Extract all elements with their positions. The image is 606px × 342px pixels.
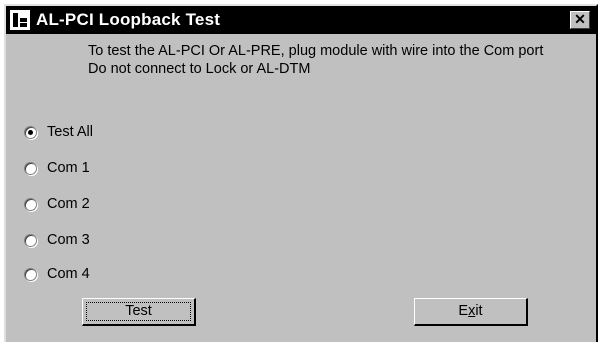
radio-button-icon[interactable] [24, 125, 37, 139]
exit-button[interactable]: Exit [414, 298, 528, 326]
focus-rect [86, 302, 191, 321]
radio-label: Com 1 [47, 160, 90, 176]
radio-label: Test All [47, 124, 93, 140]
exit-button-label: Exit [458, 303, 483, 319]
close-icon: ✕ [574, 11, 586, 27]
radio-button-icon[interactable] [24, 161, 37, 175]
radio-com-4[interactable]: Com 4 [24, 264, 90, 284]
radio-com-1[interactable]: Com 1 [24, 158, 90, 178]
radio-label: Com 4 [47, 266, 90, 282]
radio-label: Com 2 [47, 196, 90, 212]
radio-button-icon[interactable] [24, 233, 37, 247]
radio-selected-dot [28, 129, 33, 135]
radio-test-all[interactable]: Test All [24, 122, 93, 142]
instructions-text: To test the AL-PCI Or AL-PRE, plug modul… [88, 43, 544, 77]
test-button[interactable]: Test [82, 298, 196, 326]
close-button[interactable]: ✕ [570, 11, 590, 29]
app-icon [10, 10, 30, 30]
radio-button-icon[interactable] [24, 267, 37, 281]
radio-com-2[interactable]: Com 2 [24, 194, 90, 214]
radio-button-icon[interactable] [24, 197, 37, 211]
radio-com-3[interactable]: Com 3 [24, 230, 90, 250]
window-title: AL-PCI Loopback Test [36, 10, 221, 29]
dialog-window: AL-PCI Loopback Test ✕ To test the AL-PC… [4, 4, 598, 342]
radio-label: Com 3 [47, 232, 90, 248]
title-bar[interactable]: AL-PCI Loopback Test ✕ [6, 6, 596, 34]
